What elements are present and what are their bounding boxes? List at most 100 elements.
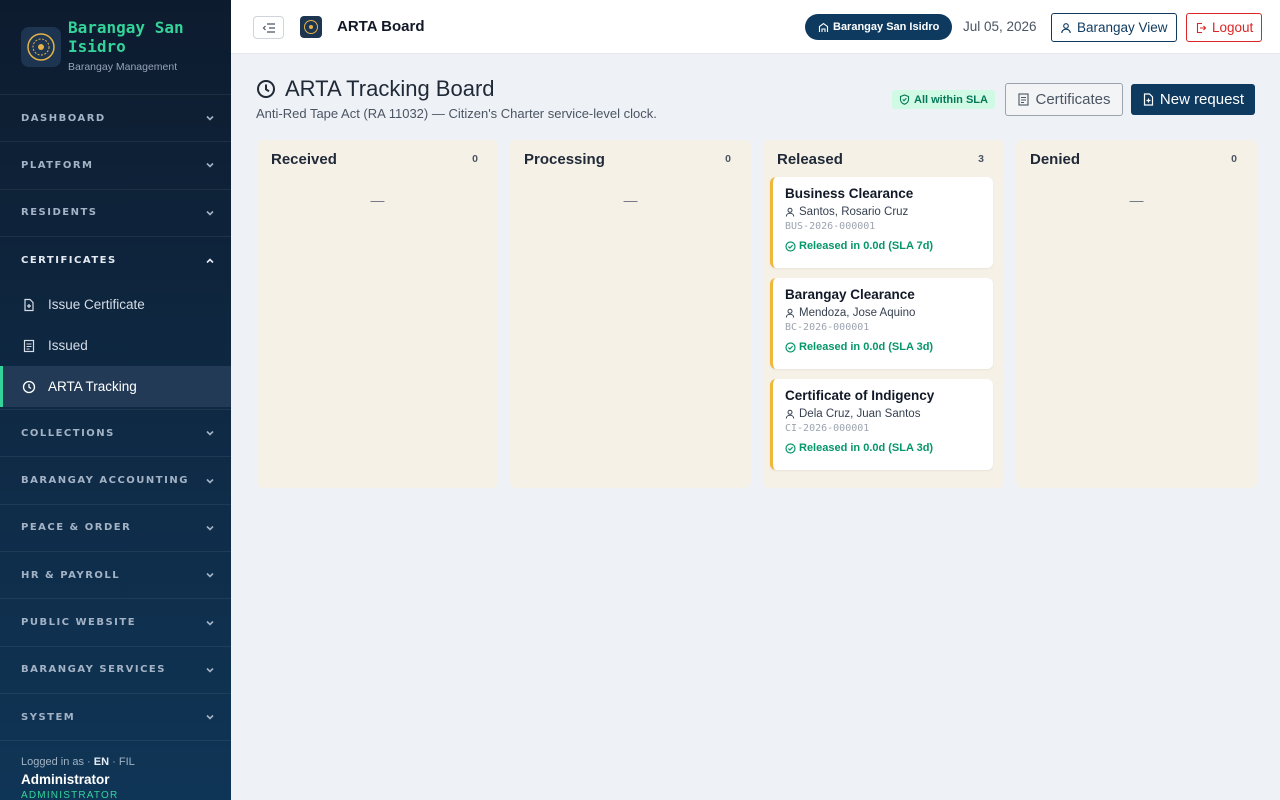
board-column-denied: Denied 0 — (1016, 140, 1257, 488)
card-status-text: Released in 0.0d (SLA 3d) (799, 341, 934, 353)
column-count: 0 (725, 153, 731, 165)
current-date: Jul 05, 2026 (963, 19, 1037, 34)
barangay-pill-label: Barangay San Isidro (833, 21, 940, 33)
nav-section-label: BARANGAY ACCOUNTING (21, 475, 189, 487)
sla-badge-label: All within SLA (914, 93, 988, 106)
column-title: Denied (1030, 151, 1081, 168)
chevron-down-icon (206, 210, 214, 216)
nav-section-label: PEACE & ORDER (21, 522, 132, 534)
topbar: ARTA Board Barangay San Isidro Jul 05, 2… (231, 0, 1280, 54)
card-status: Released in 0.0d (SLA 7d) (785, 240, 993, 252)
nav-section-label: CERTIFICATES (21, 255, 117, 267)
file-plus-icon (22, 298, 36, 312)
lang-fil-link[interactable]: FIL (119, 756, 135, 768)
card-person-name: Mendoza, Jose Aquino (799, 307, 916, 319)
shield-check-icon (899, 94, 910, 105)
nav-section-barangay-accounting[interactable]: BARANGAY ACCOUNTING (0, 457, 231, 505)
user-meta: Logged in as · EN · FIL (21, 756, 135, 768)
barangay-view-label: Barangay View (1077, 20, 1168, 35)
request-card[interactable]: Barangay Clearance Mendoza, Jose Aquino BC… (770, 278, 993, 369)
document-list-icon (1017, 93, 1030, 106)
card-person: Santos, Rosario Cruz (785, 206, 993, 218)
nav-section-residents[interactable]: RESIDENTS (0, 190, 231, 237)
request-card[interactable]: Certificate of Indigency Dela Cruz, Juan … (770, 379, 993, 470)
barangay-view-button[interactable]: Barangay View (1051, 13, 1177, 42)
chevron-down-icon (206, 478, 214, 484)
card-person-name: Dela Cruz, Juan Santos (799, 408, 921, 420)
collapse-menu-icon (262, 22, 275, 33)
card-title: Certificate of Indigency (785, 388, 935, 403)
nav-section-public-website[interactable]: PUBLIC WEBSITE (0, 599, 231, 647)
column-title: Received (271, 151, 337, 168)
chevron-down-icon (206, 667, 214, 673)
certificates-button[interactable]: Certificates (1005, 83, 1123, 116)
chevron-up-icon (206, 257, 214, 263)
nav-section-label: SYSTEM (21, 711, 76, 723)
column-title: Released (777, 151, 843, 168)
building-icon (818, 22, 829, 33)
sidebar-item-label: Issue Certificate (48, 297, 145, 313)
column-count: 0 (1231, 153, 1237, 165)
topbar-title: ARTA Board (337, 18, 425, 35)
logged-in-label: Logged in as · (21, 756, 91, 768)
card-reference-number: BC-2026-000001 (785, 322, 870, 333)
user-icon (785, 207, 795, 217)
chevron-down-icon (206, 116, 214, 121)
empty-column-marker: — (370, 192, 385, 208)
sidebar-item-label: Issued (48, 338, 88, 354)
nav-section-hr-payroll[interactable]: HR & PAYROLL (0, 552, 231, 600)
page-title-text: ARTA Tracking Board (285, 76, 495, 101)
chevron-down-icon (206, 525, 214, 531)
card-person-name: Santos, Rosario Cruz (799, 206, 909, 218)
board-column-processing: Processing 0 — (510, 140, 751, 488)
board-column-received: Received 0 — (257, 140, 498, 488)
nav-section-label: RESIDENTS (21, 207, 98, 219)
nav-section-dashboard[interactable]: DASHBOARD (0, 95, 231, 143)
nav-section-platform[interactable]: PLATFORM (0, 142, 231, 190)
logout-label: Logout (1212, 20, 1254, 35)
certificates-button-label: Certificates (1035, 91, 1111, 108)
sidebar-toggle-button[interactable] (253, 16, 284, 39)
request-card[interactable]: Business Clearance Santos, Rosario Cruz BU… (770, 177, 993, 268)
column-count: 3 (978, 153, 984, 165)
check-circle-icon (785, 442, 796, 454)
check-circle-icon (785, 341, 796, 353)
chevron-down-icon (206, 573, 214, 578)
nav-section-system[interactable]: SYSTEM (0, 694, 231, 742)
clock-icon (22, 380, 36, 394)
card-person: Mendoza, Jose Aquino (785, 307, 993, 319)
column-count: 0 (472, 153, 478, 165)
card-status-text: Released in 0.0d (SLA 7d) (799, 240, 934, 252)
nav-section-label: DASHBOARD (21, 112, 106, 124)
lang-en-link[interactable]: EN (94, 756, 109, 768)
sidebar-item-arta-tracking[interactable]: ARTA Tracking (0, 366, 231, 408)
chevron-down-icon (206, 431, 214, 436)
empty-column-marker: — (623, 192, 638, 208)
nav-section-peace-order[interactable]: PEACE & ORDER (0, 505, 231, 553)
user-name: Administrator (21, 772, 110, 787)
new-request-button[interactable]: New request (1131, 84, 1255, 115)
nav-section-label: COLLECTIONS (21, 427, 115, 439)
barangay-pill[interactable]: Barangay San Isidro (805, 14, 953, 40)
nav-section-label: PLATFORM (21, 159, 94, 171)
nav-section-collections[interactable]: COLLECTIONS (0, 410, 231, 458)
nav-section-barangay-services[interactable]: BARANGAY SERVICES (0, 647, 231, 694)
nav-section-label: BARANGAY SERVICES (21, 664, 166, 676)
sidebar-item-issued[interactable]: Issued (0, 325, 231, 366)
logout-button[interactable]: Logout (1186, 13, 1263, 42)
new-request-label: New request (1159, 91, 1245, 108)
sidebar-item-issue-certificate[interactable]: Issue Certificate (0, 284, 231, 325)
nav-section-certificates[interactable]: CERTIFICATES (0, 237, 231, 284)
check-circle-icon (785, 240, 796, 252)
card-title: Business Clearance (785, 186, 914, 201)
seal-logo-icon (300, 16, 322, 38)
brand-title: Barangay San Isidro (68, 18, 184, 56)
empty-column-marker: — (1129, 192, 1144, 208)
user-icon (785, 409, 795, 419)
card-status-text: Released in 0.0d (SLA 3d) (799, 442, 934, 454)
user-icon (785, 308, 795, 318)
page-title: ARTA Tracking Board (256, 76, 495, 102)
card-status: Released in 0.0d (SLA 3d) (785, 341, 993, 353)
sla-status-badge: All within SLA (892, 90, 995, 109)
chevron-down-icon (206, 620, 214, 626)
